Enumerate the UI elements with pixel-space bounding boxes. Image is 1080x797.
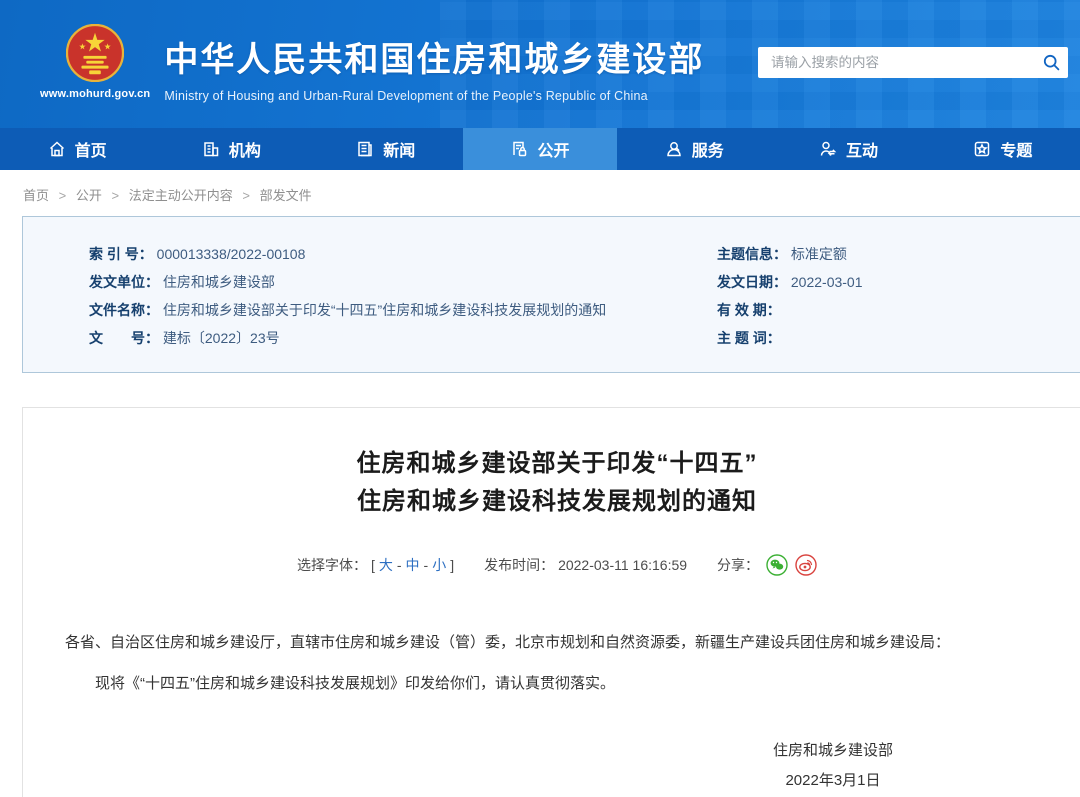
nav-tab-label: 公开: [537, 137, 569, 161]
search-icon: [1043, 54, 1060, 71]
info-label: 主 题 词：: [717, 330, 781, 346]
share-group: 分享：: [717, 554, 817, 576]
info-row-issuing-unit: 发文单位： 住房和城乡建设部: [89, 272, 691, 293]
topics-icon: [973, 140, 991, 158]
nav-tab-label: 首页: [75, 137, 107, 161]
article-content-box: 住房和城乡建设部关于印发“十四五” 住房和城乡建设科技发展规划的通知 选择字体：…: [22, 407, 1080, 797]
info-value: 住房和城乡建设部: [163, 274, 275, 290]
article-title-line2: 住房和城乡建设科技发展规划的通知: [23, 483, 1080, 521]
info-label: 索 引 号：: [89, 246, 153, 262]
info-row-document-number: 文 号： 建标〔2022〕23号: [89, 328, 691, 349]
nav-tab-label: 新闻: [383, 137, 415, 161]
info-row-keywords: 主 题 词：: [717, 328, 1080, 349]
weibo-icon: [795, 554, 817, 576]
info-row-index-number: 索 引 号： 000013338/2022-00108: [89, 244, 691, 265]
signature-date: 2022年3月1日: [723, 766, 943, 796]
nav-tab-home[interactable]: 首页: [0, 128, 154, 170]
breadcrumb: 首页 > 公开 > 法定主动公开内容 > 部发文件: [0, 170, 1080, 216]
news-icon: [356, 140, 374, 158]
info-label: 发文日期：: [717, 274, 787, 290]
interaction-icon: [819, 140, 837, 158]
disclosure-icon: [510, 140, 528, 158]
wechat-share-button[interactable]: [766, 554, 788, 576]
publish-time-label: 发布时间：: [484, 555, 554, 575]
share-label: 分享：: [717, 555, 759, 575]
nav-tab-label: 互动: [846, 137, 878, 161]
article-body: 各省、自治区住房和城乡建设厅，直辖市住房和城乡建设（管）委，北京市规划和自然资源…: [23, 631, 1080, 696]
font-size-medium-button[interactable]: 中: [406, 555, 420, 575]
info-value: 000013338/2022-00108: [157, 246, 306, 262]
nav-tab-organization[interactable]: 机构: [154, 128, 308, 170]
info-value: 标准定额: [791, 246, 847, 262]
breadcrumb-separator: >: [112, 188, 120, 203]
nav-tab-label: 服务: [692, 137, 724, 161]
publish-time: 发布时间： 2022-03-11 16:16:59: [484, 555, 687, 575]
font-size-small-button[interactable]: 小: [432, 555, 446, 575]
breadcrumb-statutory-content[interactable]: 法定主动公开内容: [129, 188, 233, 203]
weibo-share-button[interactable]: [795, 554, 817, 576]
nav-tab-services[interactable]: 服务: [617, 128, 771, 170]
info-label: 主题信息：: [717, 246, 787, 262]
info-value: 住房和城乡建设部关于印发“十四五”住房和城乡建设科技发展规划的通知: [163, 302, 606, 318]
signature-org: 住房和城乡建设部: [723, 736, 943, 766]
breadcrumb-home[interactable]: 首页: [23, 188, 49, 203]
signature-block: 住房和城乡建设部 2022年3月1日: [723, 736, 943, 796]
breadcrumb-separator: >: [242, 188, 250, 203]
nav-tab-label: 机构: [229, 137, 261, 161]
home-icon: [48, 140, 66, 158]
article-paragraph: 现将《“十四五”住房和城乡建设科技发展规划》印发给你们，请认真贯彻落实。: [65, 672, 1049, 696]
info-row-validity-period: 有 效 期：: [717, 300, 1080, 321]
article-title: 住房和城乡建设部关于印发“十四五” 住房和城乡建设科技发展规划的通知: [23, 445, 1080, 521]
main-nav: 首页 机构 新闻 公开 服务: [0, 128, 1080, 170]
info-label: 有 效 期：: [717, 302, 781, 318]
site-title-english: Ministry of Housing and Urban-Rural Deve…: [164, 89, 704, 103]
nav-tab-interaction[interactable]: 互动: [771, 128, 925, 170]
font-size-bracket-open: [: [371, 557, 375, 573]
document-info-panel: 索 引 号： 000013338/2022-00108 发文单位： 住房和城乡建…: [22, 216, 1080, 373]
service-icon: [665, 140, 683, 158]
info-row-issue-date: 发文日期： 2022-03-01: [717, 272, 1080, 293]
font-size-separator: -: [397, 557, 402, 573]
search-button[interactable]: [1034, 47, 1068, 78]
national-emblem-icon: [66, 24, 124, 82]
nav-tab-topics[interactable]: 专题: [926, 128, 1080, 170]
breadcrumb-disclosure[interactable]: 公开: [76, 188, 102, 203]
nav-tab-news[interactable]: 新闻: [309, 128, 463, 170]
info-value: 建标〔2022〕23号: [163, 330, 280, 346]
info-label: 文 号：: [89, 330, 159, 346]
article-title-line1: 住房和城乡建设部关于印发“十四五”: [23, 445, 1080, 483]
font-size-selector: 选择字体： [ 大 - 中 - 小 ]: [297, 555, 454, 575]
search-box: [758, 47, 1068, 78]
nav-tab-label: 专题: [1000, 137, 1032, 161]
breadcrumb-ministry-documents[interactable]: 部发文件: [260, 188, 312, 203]
info-value: 2022-03-01: [791, 274, 863, 290]
info-label: 文件名称：: [89, 302, 159, 318]
font-size-separator: -: [424, 557, 429, 573]
nav-tab-disclosure[interactable]: 公开: [463, 128, 617, 170]
font-size-large-button[interactable]: 大: [379, 555, 393, 575]
site-title: 中华人民共和国住房和城乡建设部: [164, 32, 704, 81]
publish-time-value: 2022-03-11 16:16:59: [558, 557, 687, 573]
breadcrumb-separator: >: [59, 188, 67, 203]
info-row-subject-info: 主题信息： 标准定额: [717, 244, 1080, 265]
organization-icon: [202, 140, 220, 158]
site-header: www.mohurd.gov.cn 中华人民共和国住房和城乡建设部 Minist…: [0, 0, 1080, 128]
info-label: 发文单位：: [89, 274, 159, 290]
font-size-bracket-close: ]: [450, 557, 454, 573]
wechat-icon: [766, 554, 788, 576]
site-brand: www.mohurd.gov.cn 中华人民共和国住房和城乡建设部 Minist…: [40, 24, 704, 103]
font-size-label: 选择字体：: [297, 555, 367, 575]
article-meta-row: 选择字体： [ 大 - 中 - 小 ] 发布时间： 2022-03-11 16:…: [23, 554, 1080, 576]
site-url: www.mohurd.gov.cn: [40, 88, 150, 100]
article-paragraph: 各省、自治区住房和城乡建设厅，直辖市住房和城乡建设（管）委，北京市规划和自然资源…: [65, 631, 1049, 655]
search-input[interactable]: [758, 55, 1034, 70]
info-row-document-title: 文件名称： 住房和城乡建设部关于印发“十四五”住房和城乡建设科技发展规划的通知: [89, 300, 691, 321]
